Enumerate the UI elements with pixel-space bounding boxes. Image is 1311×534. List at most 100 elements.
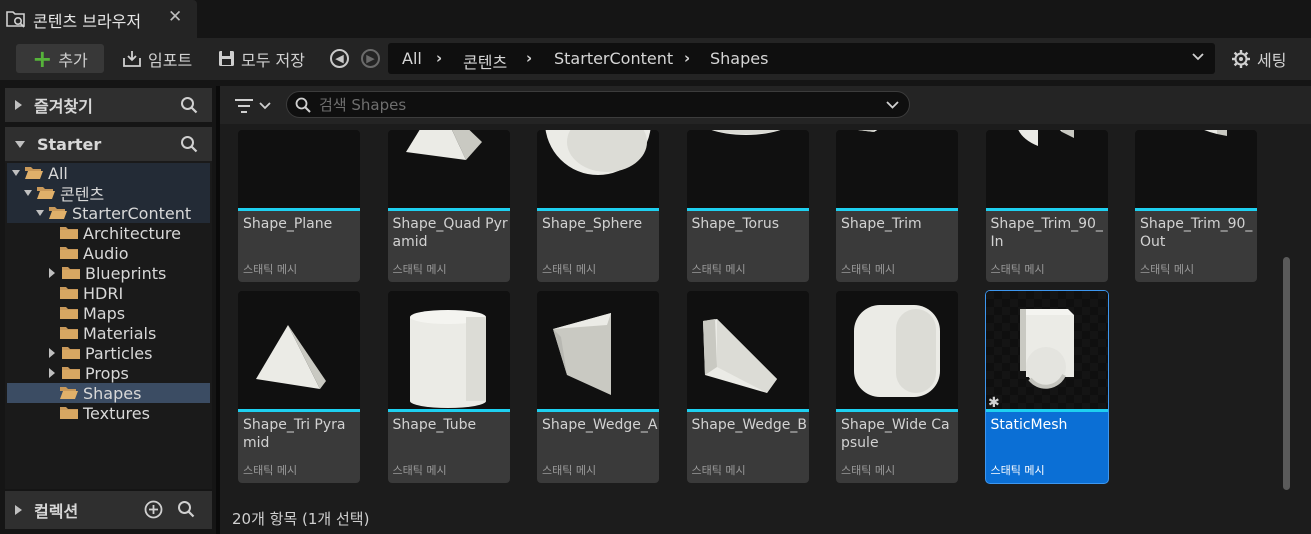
folder-icon (60, 287, 78, 299)
tab-title: 콘텐츠 브라우저 (33, 12, 142, 31)
asset-name: Shape_Wedge_B (691, 417, 807, 433)
favorites-header[interactable]: 즐겨찾기 (5, 88, 212, 122)
asset-thumbnail (537, 130, 659, 208)
expand-arrow-icon[interactable] (49, 348, 55, 358)
chevron-right-icon[interactable]: › (436, 49, 442, 67)
asset-tile-shape-trim[interactable]: Shape_Trim 스태틱 메시 (836, 130, 958, 282)
tree-item-startercontent[interactable]: StarterContent (7, 203, 210, 223)
tree-item-textures[interactable]: Textures (7, 403, 210, 423)
import-button[interactable]: 임포트 (122, 43, 192, 74)
collections-header[interactable]: 컬렉션 (5, 491, 212, 529)
collapse-arrow-icon[interactable] (36, 210, 44, 216)
tube-mesh-preview (409, 310, 486, 408)
search-icon[interactable] (180, 96, 198, 114)
folder-open-icon (25, 167, 43, 179)
asset-tile-shape-tri-pyramid[interactable]: Shape_Tri Pyramid 스태틱 메시 (238, 291, 360, 483)
search-input[interactable] (319, 95, 879, 115)
tree-item-콘텐츠[interactable]: 콘텐츠 (7, 183, 210, 204)
tree-item-props[interactable]: Props (7, 363, 210, 383)
asset-type-color-bar (537, 208, 659, 211)
tree-item-blueprints[interactable]: Blueprints (7, 263, 210, 283)
tree-item-materials[interactable]: Materials (7, 323, 210, 343)
expand-arrow-icon[interactable] (15, 100, 22, 110)
add-label: 추가 (58, 50, 88, 70)
asset-name: Shape_Trim_90_ Out (1140, 216, 1253, 250)
chevron-right-icon[interactable]: › (684, 49, 690, 67)
tree-item-label: Materials (83, 323, 157, 343)
tree-item-label: Blueprints (85, 263, 167, 283)
forward-arrow-icon[interactable]: ▶ (361, 49, 380, 68)
tree-item-shapes[interactable]: Shapes (7, 383, 210, 403)
asset-tile-staticmesh[interactable]: ✱ StaticMesh 스태틱 메시 (985, 291, 1108, 483)
breadcrumb-item[interactable]: All (402, 49, 422, 68)
filter-icon[interactable] (234, 96, 274, 116)
tree-item-audio[interactable]: Audio (7, 243, 210, 263)
asset-tile-shape-tube[interactable]: Shape_Tube 스태틱 메시 (387, 291, 510, 483)
tree-item-label: Particles (85, 343, 153, 363)
folder-icon (60, 307, 78, 319)
add-button[interactable]: + 추가 (16, 44, 104, 73)
content-browser-icon (6, 11, 25, 28)
asset-name: Shape_Tri Pyramid (243, 417, 346, 451)
asset-type-color-bar (238, 409, 360, 412)
asset-thumbnail (686, 291, 809, 409)
asset-tile-shape-quad-pyramid[interactable]: Shape_Quad Pyramid 스태틱 메시 (387, 130, 510, 282)
add-circle-icon[interactable] (144, 500, 163, 519)
settings-button[interactable]: 세팅 (1231, 43, 1286, 74)
collapse-arrow-icon[interactable] (12, 170, 20, 176)
chevron-down-icon[interactable] (886, 99, 899, 111)
asterisk-icon: ✱ (988, 395, 1000, 409)
folder-icon (62, 267, 80, 279)
collapse-arrow-icon[interactable] (24, 190, 32, 196)
asset-type-color-bar (387, 208, 510, 211)
asset-tile-shape-wedge-a[interactable]: Shape_Wedge_A 스태틱 메시 (537, 291, 659, 483)
collapse-arrow-icon[interactable] (15, 140, 25, 148)
chevron-right-icon[interactable]: › (526, 49, 532, 67)
folder-icon (60, 327, 78, 339)
expand-arrow-icon[interactable] (49, 268, 55, 278)
asset-tile-shape-wide-capsule[interactable]: Shape_Wide Capsule 스태틱 메시 (836, 291, 958, 483)
asset-type: 스태틱 메시 (990, 263, 1045, 276)
asset-thumbnail (985, 130, 1108, 208)
search-icon[interactable] (177, 500, 195, 518)
back-arrow-icon[interactable]: ◀ (330, 49, 349, 68)
expand-arrow-icon[interactable] (49, 368, 55, 378)
tree-item-label: 콘텐츠 (60, 185, 105, 204)
chevron-down-icon[interactable] (1191, 50, 1205, 64)
expand-arrow-icon[interactable] (15, 505, 22, 515)
folder-open-icon (37, 187, 55, 199)
asset-tile-shape-sphere[interactable]: Shape_Sphere 스태틱 메시 (537, 130, 659, 282)
capsule-mesh-preview (854, 305, 940, 397)
tree-item-label: Props (85, 363, 129, 383)
asset-thumbnail (238, 291, 360, 409)
content-browser-tab[interactable]: 콘텐츠 브라우저 ✕ (0, 0, 197, 38)
asset-tile-shape-torus[interactable]: Shape_Torus 스태틱 메시 (686, 130, 809, 282)
tab-bar: 콘텐츠 브라우저 ✕ (0, 0, 1311, 38)
breadcrumb-item[interactable]: 콘텐츠 (463, 49, 507, 73)
tree-item-label: Textures (83, 403, 150, 423)
asset-type: 스태틱 메시 (1140, 263, 1195, 276)
save-all-button[interactable]: 모두 저장 (218, 43, 305, 74)
tree-item-all[interactable]: All (7, 163, 210, 183)
search-icon (295, 97, 311, 113)
asset-tile-shape-trim-90-in[interactable]: Shape_Trim_90_ In 스태틱 메시 (985, 130, 1108, 282)
sources-panel: 즐겨찾기 Starter All 콘텐츠 StarterContent Archite… (0, 86, 216, 534)
tree-item-particles[interactable]: Particles (7, 343, 210, 363)
breadcrumb-item[interactable]: Shapes (710, 49, 768, 68)
folder-icon (60, 407, 78, 419)
asset-tile-shape-wedge-b[interactable]: Shape_Wedge_B 스태틱 메시 (686, 291, 809, 483)
search-icon[interactable] (180, 135, 198, 153)
asset-tile-shape-plane[interactable]: Shape_Plane 스태틱 메시 (238, 130, 360, 282)
tree-item-maps[interactable]: Maps (7, 303, 210, 323)
asset-thumbnail: ✱ (985, 291, 1108, 409)
tree-item-architecture[interactable]: Architecture (7, 223, 210, 243)
asset-tile-shape-trim-90-out[interactable]: Shape_Trim_90_ Out 스태틱 메시 (1135, 130, 1257, 282)
breadcrumb-item[interactable]: StarterContent (554, 49, 673, 68)
close-icon[interactable]: ✕ (168, 7, 182, 27)
asset-view-panel: Shape_Plane 스태틱 메시 Shape_Quad Pyramid 스태틱 메… (220, 86, 1311, 534)
scrollbar-thumb[interactable] (1283, 257, 1290, 490)
asset-thumbnail (387, 291, 510, 409)
starter-header[interactable]: Starter (5, 127, 212, 161)
tree-item-hdri[interactable]: HDRI (7, 283, 210, 303)
staticmesh-mesh-preview (1019, 309, 1074, 389)
